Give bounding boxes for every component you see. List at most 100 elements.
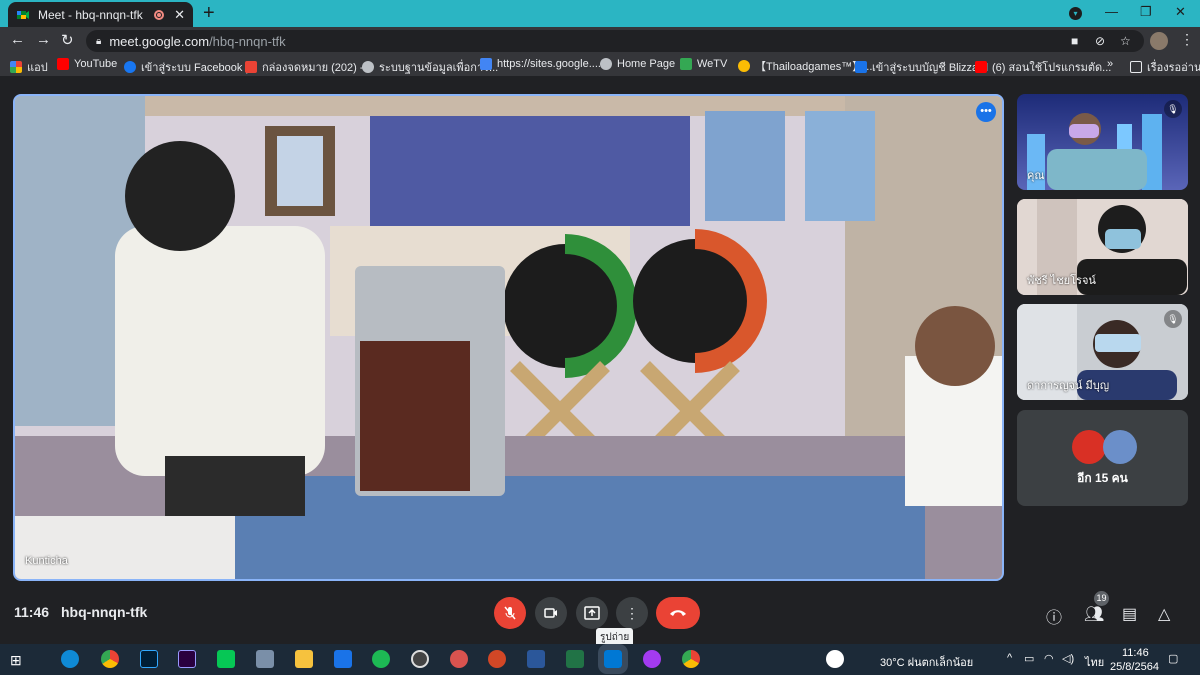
bookmark-gmail[interactable]: กล่องจดหมาย (202) -... xyxy=(245,58,373,76)
reading-list[interactable]: เรื่องรออ่าน xyxy=(1130,58,1200,76)
minimize-icon[interactable]: — xyxy=(1105,4,1118,19)
camera-icon[interactable]: ■ xyxy=(1071,34,1078,48)
profile-avatar[interactable] xyxy=(1150,32,1168,50)
avatar xyxy=(1103,430,1137,464)
weather-widget[interactable]: 30°C ฝนตกเล็กน้อย xyxy=(880,653,973,671)
back-icon[interactable]: ← xyxy=(10,31,25,48)
tab-search-icon[interactable]: ▾ xyxy=(1069,7,1082,20)
file-explorer-icon[interactable] xyxy=(295,650,313,668)
avatar xyxy=(1072,430,1106,464)
participant-name: ดาการญจน์ มีบุญ xyxy=(1027,380,1110,392)
bookmark-youtube[interactable]: YouTube xyxy=(57,58,117,70)
bookmark-star-icon[interactable]: ☆ xyxy=(1120,34,1131,48)
bookmark-apps[interactable]: แอป xyxy=(10,58,48,76)
tab-meet[interactable]: Meet - hbq-nnqn-tfk ✕ xyxy=(8,2,193,27)
more-options-icon[interactable]: ••• xyxy=(976,102,996,122)
help-icon[interactable] xyxy=(826,650,844,668)
calculator-icon[interactable] xyxy=(256,650,274,668)
premiere-icon[interactable] xyxy=(178,650,196,668)
tab-strip: Meet - hbq-nnqn-tfk ✕ + ▾ — ❐ ✕ xyxy=(0,0,1200,27)
chat-icon[interactable]: ▤ xyxy=(1122,604,1137,624)
line-icon[interactable] xyxy=(217,650,235,668)
meet-stage: ••• Kunticha 🎙︎ คุณ พัชรี ไชยโรจน์ 🎙︎ ดา… xyxy=(0,78,1200,644)
chrome-icon xyxy=(738,60,750,72)
clock-time[interactable]: 11:46 xyxy=(1122,647,1149,659)
people-icon[interactable]: 👥︎ xyxy=(1084,604,1104,624)
clock-date[interactable]: 25/8/2564 xyxy=(1110,661,1159,673)
wetv-icon xyxy=(680,58,692,70)
notifications-off-icon[interactable]: ⊘ xyxy=(1095,34,1105,48)
app-icon[interactable] xyxy=(450,650,468,668)
wifi-icon[interactable]: ◠ xyxy=(1044,652,1054,665)
meeting-details-icon[interactable]: ⓘ xyxy=(1046,604,1062,628)
participant-name: พัชรี ไชยโรจน์ xyxy=(1027,275,1096,287)
facebook-icon xyxy=(124,61,136,73)
globe-icon xyxy=(600,58,612,70)
spotify-icon[interactable] xyxy=(372,650,390,668)
reading-list-icon xyxy=(1130,61,1142,73)
participant-tile-2[interactable]: พัชรี ไชยโรจน์ xyxy=(1017,199,1188,295)
mic-off-icon xyxy=(504,606,516,620)
others-tile[interactable]: อีก 15 คน xyxy=(1017,410,1188,506)
bookmark-wetv[interactable]: WeTV xyxy=(680,58,727,70)
sites-icon xyxy=(480,58,492,70)
powerpoint-icon[interactable] xyxy=(488,650,506,668)
bookmark-blizzard[interactable]: เข้าสู่ระบบบัญชี Blizzard xyxy=(855,58,988,76)
globe-icon xyxy=(362,61,374,73)
new-tab-button[interactable]: + xyxy=(203,3,215,23)
main-video-feed xyxy=(15,96,1002,579)
notification-center-icon[interactable]: ▢ xyxy=(1168,652,1178,665)
present-screen-icon xyxy=(584,606,600,620)
url-path: /hbq-nnqn-tfk xyxy=(209,33,286,49)
chrome-menu-icon[interactable]: ⋮ xyxy=(1180,31,1194,48)
bookmarks-overflow[interactable]: » xyxy=(1107,58,1113,70)
bookmark-sites[interactable]: https://sites.google.... xyxy=(480,58,601,70)
photos-icon[interactable] xyxy=(598,644,628,674)
reload-icon[interactable]: ↻ xyxy=(61,31,74,49)
lock-icon: 🔒︎ xyxy=(96,35,102,47)
tab-close-button[interactable]: ✕ xyxy=(174,7,185,23)
bookmark-homepage[interactable]: Home Page xyxy=(600,58,675,70)
activities-icon[interactable]: △ xyxy=(1158,604,1170,624)
address-bar[interactable]: 🔒︎ meet.google.com/hbq-nnqn-tfk xyxy=(86,30,1144,52)
blizzard-icon xyxy=(855,61,867,73)
chrome-icon[interactable] xyxy=(101,650,119,668)
participant-tile-3[interactable]: 🎙︎ ดาการญจน์ มีบุญ xyxy=(1017,304,1188,400)
word-icon[interactable] xyxy=(527,650,545,668)
bookmark-database[interactable]: ระบบฐานข้อมูลเพื่อการ... xyxy=(362,58,498,76)
present-screen-button[interactable] xyxy=(576,597,608,629)
recording-icon xyxy=(154,9,165,20)
more-options-button[interactable]: ⋮ xyxy=(616,597,648,629)
calendar-icon[interactable] xyxy=(334,650,352,668)
media-player-icon[interactable] xyxy=(411,650,429,668)
bookmark-thailoadgames[interactable]: 【Thailoadgames™】... xyxy=(738,58,872,74)
leave-call-button[interactable] xyxy=(656,597,700,629)
forward-icon[interactable]: → xyxy=(36,31,51,48)
mic-off-icon: 🎙︎ xyxy=(1164,310,1182,328)
participant-name: คุณ xyxy=(1027,170,1045,182)
chrome-icon[interactable] xyxy=(682,650,700,668)
bookmark-tutorial[interactable]: (6) สอนใช้โปรแกรมตัด... xyxy=(975,58,1111,76)
windows-start-icon[interactable]: ⊞ xyxy=(10,652,22,669)
edge-icon[interactable] xyxy=(61,650,79,668)
camera-icon xyxy=(544,608,557,618)
participant-tile-self[interactable]: 🎙︎ คุณ xyxy=(1017,94,1188,190)
input-language[interactable]: ไทย xyxy=(1085,653,1104,671)
tray-chevron-icon[interactable]: ^ xyxy=(1007,652,1012,664)
tab-title: Meet - hbq-nnqn-tfk xyxy=(38,7,143,22)
window-close-icon[interactable]: ✕ xyxy=(1175,4,1186,20)
people-count-badge: 19 xyxy=(1094,591,1109,606)
lightroom-icon[interactable] xyxy=(140,650,158,668)
excel-icon[interactable] xyxy=(566,650,584,668)
bookmark-facebook[interactable]: เข้าสู่ระบบ Facebook |... xyxy=(124,58,257,76)
meet-favicon-icon xyxy=(16,8,30,22)
main-video-tile[interactable]: ••• Kunticha xyxy=(13,94,1004,581)
camera-toggle-button[interactable] xyxy=(535,597,567,629)
messenger-icon[interactable] xyxy=(643,650,661,668)
main-speaker-name: Kunticha xyxy=(25,555,68,567)
mic-toggle-button[interactable] xyxy=(494,597,526,629)
network-icon[interactable]: ▭ xyxy=(1024,652,1034,665)
bookmarks-bar: แอป YouTube เข้าสู่ระบบ Facebook |... กล… xyxy=(0,55,1200,77)
restore-icon[interactable]: ❐ xyxy=(1140,4,1152,20)
volume-icon[interactable]: ◁) xyxy=(1062,652,1074,665)
